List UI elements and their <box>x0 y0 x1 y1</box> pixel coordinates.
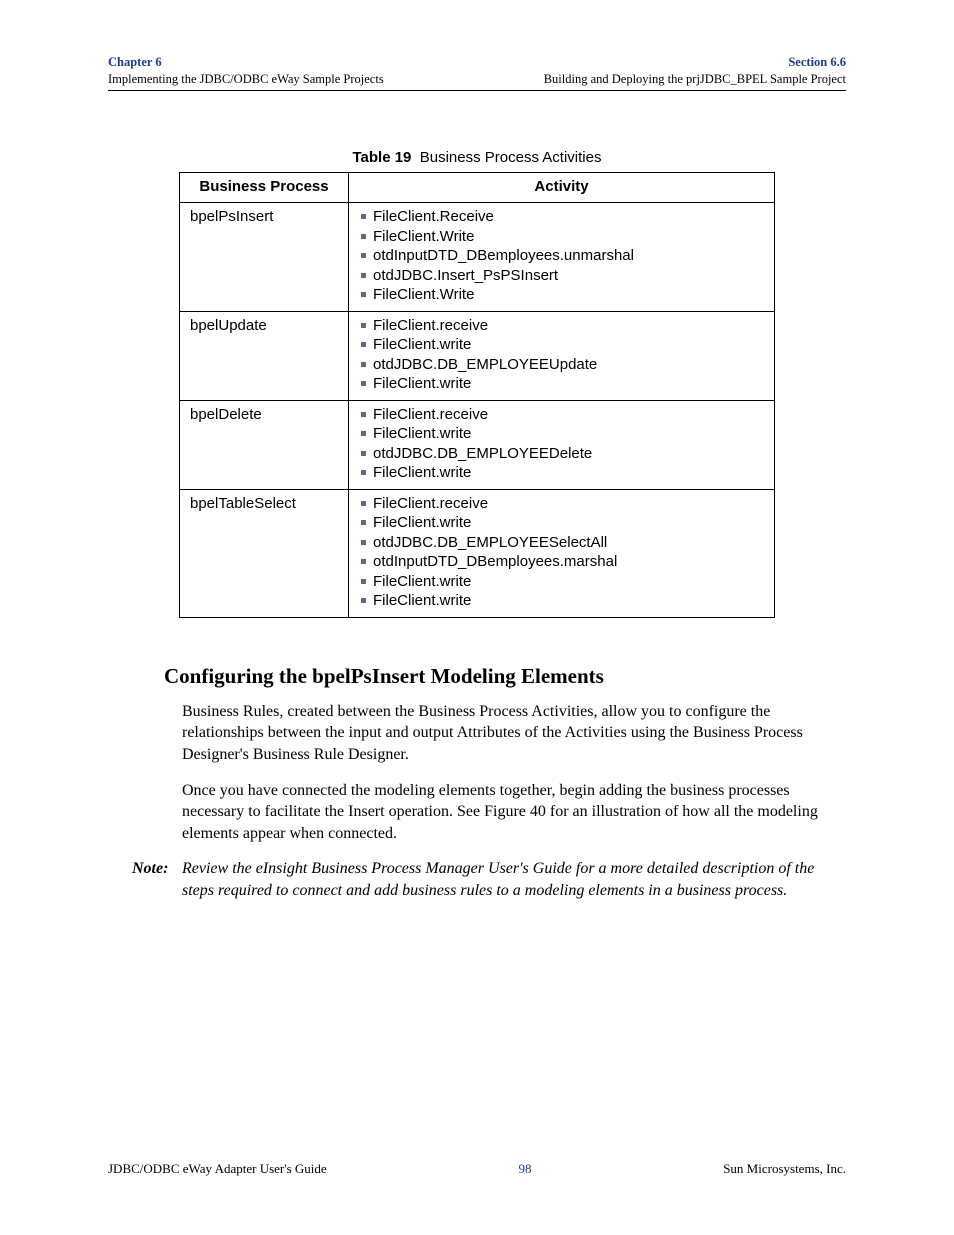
cell-activities: FileClient.ReceiveFileClient.WriteotdInp… <box>349 203 775 312</box>
page-footer: JDBC/ODBC eWay Adapter User's Guide 98 S… <box>108 1161 846 1177</box>
footer-doc-title: JDBC/ODBC eWay Adapter User's Guide <box>108 1161 327 1177</box>
list-item: FileClient.receive <box>359 405 764 425</box>
body-paragraph: Business Rules, created between the Busi… <box>182 701 846 766</box>
list-item: FileClient.write <box>359 335 764 355</box>
cell-activities: FileClient.receiveFileClient.writeotdJDB… <box>349 489 775 617</box>
list-item: FileClient.Receive <box>359 207 764 227</box>
note-label: Note: <box>132 858 182 901</box>
table-row: bpelPsInsertFileClient.ReceiveFileClient… <box>180 203 775 312</box>
table-row: bpelUpdateFileClient.receiveFileClient.w… <box>180 311 775 400</box>
footer-company: Sun Microsystems, Inc. <box>723 1161 846 1177</box>
list-item: otdJDBC.Insert_PsPSInsert <box>359 266 764 286</box>
list-item: FileClient.write <box>359 463 764 483</box>
list-item: FileClient.receive <box>359 316 764 336</box>
cell-process: bpelDelete <box>180 400 349 489</box>
note-text: Review the eInsight Business Process Man… <box>182 858 846 901</box>
col-business-process: Business Process <box>180 172 349 203</box>
section-label: Section 6.6 <box>544 54 846 71</box>
list-item: FileClient.write <box>359 591 764 611</box>
section-subtitle: Building and Deploying the prjJDBC_BPEL … <box>544 71 846 88</box>
table-number: Table 19 <box>352 149 411 166</box>
list-item: FileClient.write <box>359 513 764 533</box>
page-header: Chapter 6 Implementing the JDBC/ODBC eWa… <box>108 54 846 88</box>
list-item: FileClient.Write <box>359 285 764 305</box>
list-item: FileClient.write <box>359 374 764 394</box>
table-row: bpelTableSelectFileClient.receiveFileCli… <box>180 489 775 617</box>
list-item: FileClient.receive <box>359 494 764 514</box>
list-item: otdInputDTD_DBemployees.marshal <box>359 552 764 572</box>
table-header-row: Business Process Activity <box>180 172 775 203</box>
table-title: Business Process Activities <box>420 149 602 166</box>
list-item: FileClient.Write <box>359 227 764 247</box>
body-paragraph: Once you have connected the modeling ele… <box>182 780 846 845</box>
header-rule <box>108 90 846 91</box>
list-item: FileClient.write <box>359 572 764 592</box>
chapter-label: Chapter 6 <box>108 54 384 71</box>
cell-process: bpelUpdate <box>180 311 349 400</box>
list-item: otdJDBC.DB_EMPLOYEESelectAll <box>359 533 764 553</box>
table-row: bpelDeleteFileClient.receiveFileClient.w… <box>180 400 775 489</box>
list-item: FileClient.write <box>359 424 764 444</box>
footer-page-number: 98 <box>518 1161 531 1177</box>
chapter-subtitle: Implementing the JDBC/ODBC eWay Sample P… <box>108 71 384 88</box>
cell-process: bpelTableSelect <box>180 489 349 617</box>
note-block: Note: Review the eInsight Business Proce… <box>132 858 846 901</box>
cell-process: bpelPsInsert <box>180 203 349 312</box>
col-activity: Activity <box>349 172 775 203</box>
section-heading: Configuring the bpelPsInsert Modeling El… <box>164 664 846 689</box>
list-item: otdJDBC.DB_EMPLOYEEDelete <box>359 444 764 464</box>
list-item: otdInputDTD_DBemployees.unmarshal <box>359 246 764 266</box>
cell-activities: FileClient.receiveFileClient.writeotdJDB… <box>349 311 775 400</box>
table-caption: Table 19 Business Process Activities <box>108 149 846 166</box>
list-item: otdJDBC.DB_EMPLOYEEUpdate <box>359 355 764 375</box>
business-process-table: Business Process Activity bpelPsInsertFi… <box>179 172 775 618</box>
cell-activities: FileClient.receiveFileClient.writeotdJDB… <box>349 400 775 489</box>
